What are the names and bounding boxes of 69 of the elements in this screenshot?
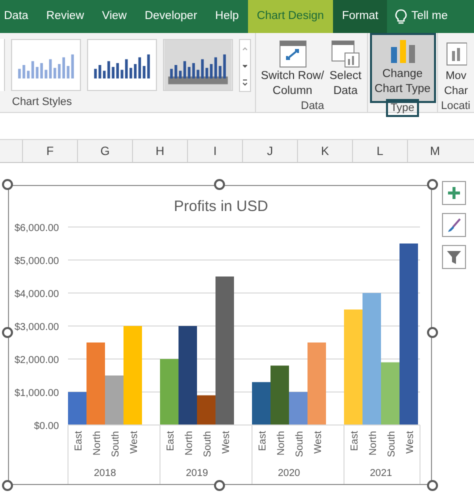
column-header[interactable]: L [352,140,407,162]
resize-handle[interactable] [2,179,13,190]
brush-icon [446,217,462,233]
table-chart-icon [330,39,360,69]
axis-tick-label: $6,000.00 [14,223,59,234]
ribbon-tab[interactable]: Developer [136,0,206,33]
category-label: East [349,431,360,452]
resize-handle[interactable] [2,480,13,491]
ribbon-tab[interactable]: Help [206,0,248,33]
column-header[interactable]: F [22,140,77,162]
category-label: North [184,431,195,456]
group-label: 2018 [94,468,116,479]
chart-style-thumbnail[interactable] [163,39,233,91]
resize-handle[interactable] [2,327,13,338]
group-label: Type [386,99,420,117]
group-label: 2020 [278,468,300,479]
column-header[interactable]: J [242,140,297,162]
ribbon-tab[interactable]: Review [37,0,94,33]
category-label: East [73,431,84,452]
column-header[interactable]: M [407,140,462,162]
resize-handle[interactable] [214,480,225,491]
category-label: East [165,431,176,452]
ribbon-tab[interactable]: View [93,0,136,33]
category-label: North [276,431,287,456]
column-header[interactable]: I [187,140,242,162]
column-header[interactable]: H [132,140,187,162]
group-label: 2021 [370,468,392,479]
column-header[interactable]: K [297,140,352,162]
ribbon-button[interactable]: Select Data [326,35,364,105]
ribbon-tab[interactable]: Data [0,0,38,33]
category-label: South [110,431,122,458]
plus-icon [447,186,461,200]
resize-handle[interactable] [214,179,225,190]
category-label: South [386,431,398,458]
group-label: Locati [441,99,471,113]
category-label: West [220,431,232,454]
category-label: South [202,431,214,458]
axis-tick-label: $0.00 [34,421,59,432]
resize-handle[interactable] [427,327,438,338]
axis-tick-label: $4,000.00 [14,289,59,300]
table-swap-icon [278,39,308,69]
category-label: West [404,431,416,454]
chart-filter-button[interactable] [442,245,466,269]
resize-handle[interactable] [427,480,438,491]
category-label: North [368,431,379,456]
ribbon-button[interactable]: Change Chart Type [370,33,436,103]
axis-tick-label: $5,000.00 [14,256,59,267]
category-label: West [312,431,324,454]
chart-styles-button[interactable] [442,213,466,237]
add-element-button[interactable] [442,181,466,205]
category-label: West [128,431,140,454]
tell-me-button[interactable]: Tell me [387,0,448,33]
chart-title: Profits in USD [174,198,268,215]
category-label: East [257,431,268,452]
column-header[interactable]: G [77,140,132,162]
group-label: Data [300,99,324,113]
axis-tick-label: $1,000.00 [14,388,59,399]
chart-style-thumbnail[interactable] [11,39,81,91]
axis-tick-label: $3,000.00 [14,322,59,333]
category-label: South [294,431,306,458]
resize-handle[interactable] [427,179,438,190]
ribbon-tab[interactable]: Format [332,0,388,33]
group-label: 2019 [186,468,208,479]
chart-style-thumbnail[interactable] [87,39,157,91]
filter-icon [446,249,462,265]
group-label: Chart Styles [11,95,73,109]
lightbulb-icon [395,8,408,24]
axis-tick-label: $2,000.00 [14,355,59,366]
category-label: North [92,431,103,456]
